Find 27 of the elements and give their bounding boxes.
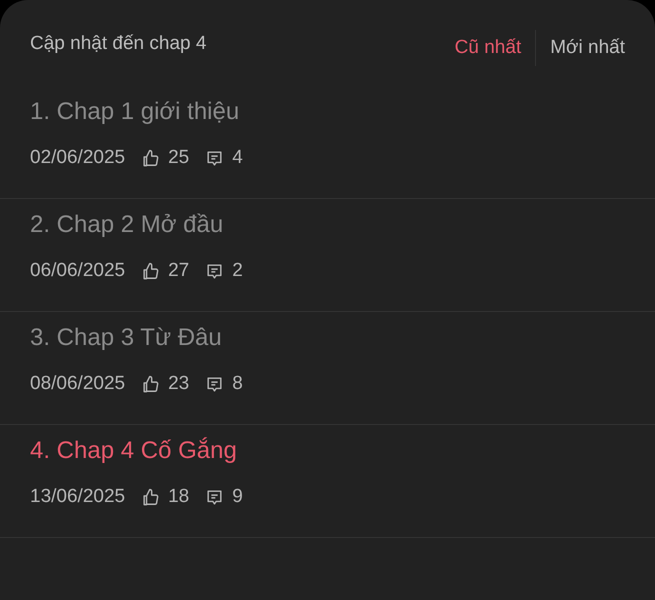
comment-icon [205, 262, 224, 281]
comment-count: 8 [232, 372, 243, 396]
thumbs-up-icon [141, 374, 160, 394]
chapter-date: 06/06/2025 [30, 259, 126, 283]
like-count: 23 [168, 372, 190, 396]
comment-icon [205, 374, 224, 394]
thumbs-up-icon [141, 148, 160, 168]
chapter-title[interactable]: 1. Chap 1 giới thiệu [30, 94, 625, 130]
thumbs-up-icon [141, 488, 160, 507]
sort-option[interactable]: Mới nhất [536, 30, 639, 66]
comment-icon [205, 148, 224, 168]
chapter-title[interactable]: 2. Chap 2 Mở đầu [30, 207, 625, 243]
chapter-title[interactable]: 4. Chap 4 Cố Gắng [30, 433, 625, 469]
chapter-date: 13/06/2025 [30, 485, 126, 509]
comment-count: 2 [232, 259, 243, 283]
comment-count: 9 [232, 485, 243, 509]
chapter-date: 08/06/2025 [30, 372, 126, 396]
like-count: 18 [168, 485, 190, 509]
chapter-list-title: Cập nhật đến chap 4 [30, 32, 206, 56]
thumbs-up-icon [141, 262, 160, 281]
comment-count: 4 [232, 146, 243, 170]
chapter-date: 02/06/2025 [30, 146, 126, 170]
like-count: 25 [168, 146, 190, 170]
like-count: 27 [168, 259, 190, 283]
sort-option[interactable]: Cũ nhất [440, 30, 536, 66]
comment-icon [205, 488, 224, 507]
chapter-title[interactable]: 3. Chap 3 Từ Đâu [30, 320, 625, 356]
